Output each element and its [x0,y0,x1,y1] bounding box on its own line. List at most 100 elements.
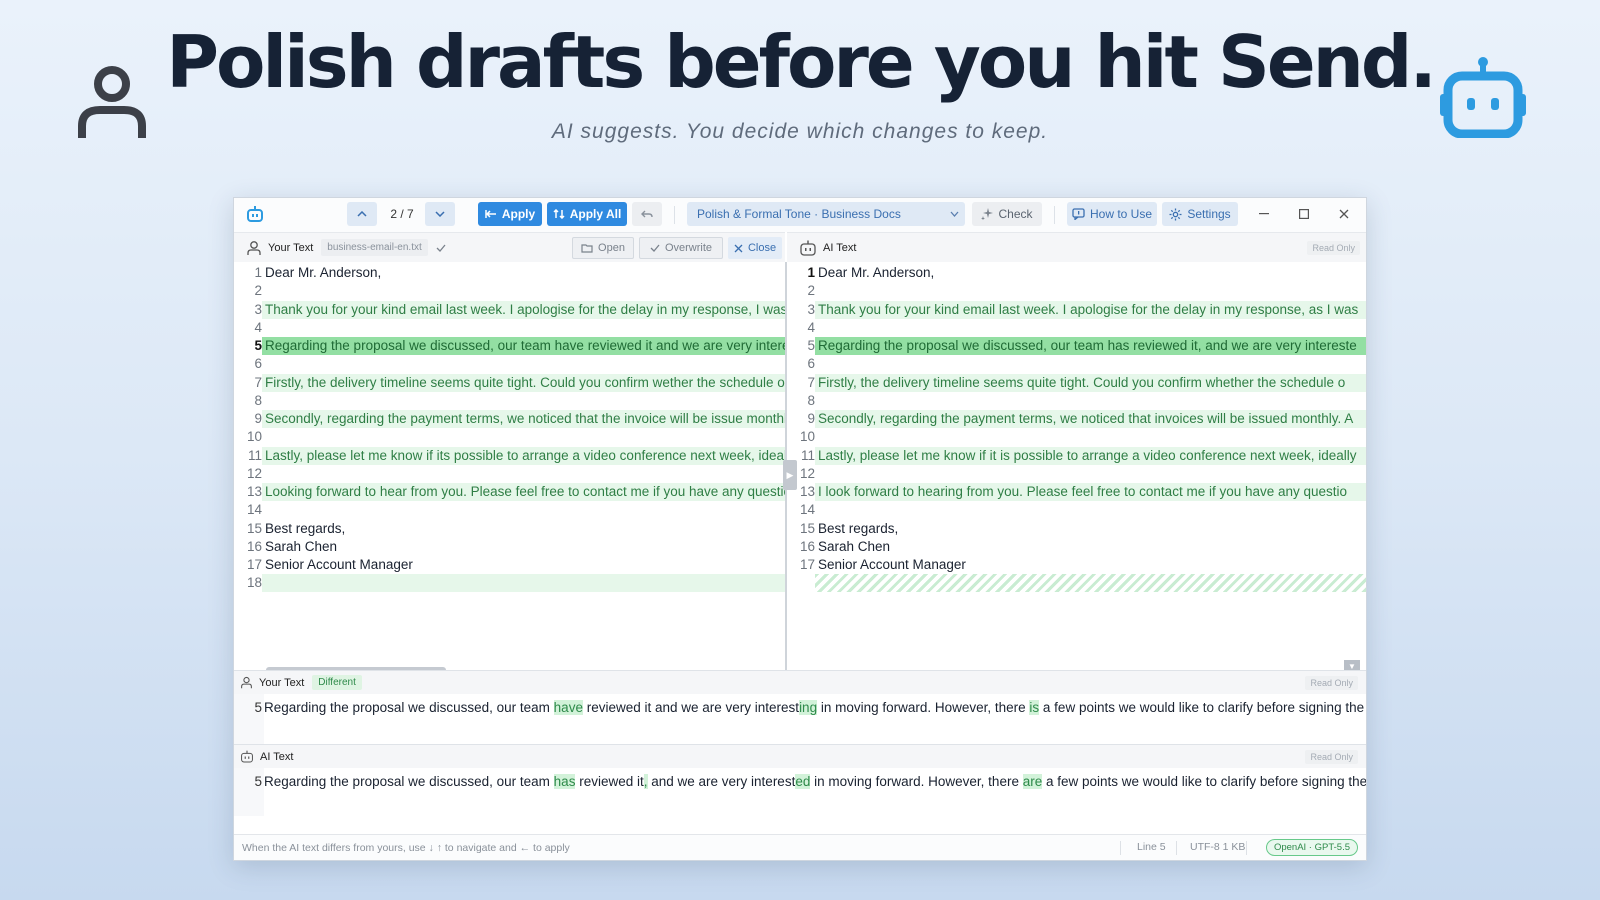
diff-change: ed [795,774,811,789]
line-number: 6 [254,356,262,372]
editor-line: 5 Regarding the proposal we discussed, ou… [234,337,785,355]
robot-icon [1440,57,1526,138]
your-text-editor[interactable]: 1 Dear Mr. Anderson, 2 3 Thank you for your … [234,262,785,670]
editor-line: 15 Best regards, [234,520,785,538]
line-text: Lastly, please let me know if it is poss… [815,446,1366,465]
apply-button[interactable]: Apply [478,202,542,226]
line-text [815,428,818,446]
close-window-button[interactable] [1332,202,1356,226]
divider-handle[interactable]: ▶ [783,460,797,490]
line-number: 11 [247,447,262,463]
editor-line: 7 Firstly, the delivery timeline seems qu… [234,373,785,392]
user-icon [247,240,261,255]
robot-icon [800,240,816,256]
line-number: 4 [807,319,815,335]
overwrite-label: Overwrite [664,242,713,254]
line-number: 9 [807,411,815,426]
editor-line: 16 Sarah Chen [787,538,1366,556]
line-number: 7 [254,374,262,390]
apply-all-icon [553,209,565,219]
line-text [815,574,1366,593]
editor-line: 10 [787,428,1366,446]
apply-all-label: Apply All [569,207,622,221]
diff-change: have [553,700,583,715]
line-number: 16 [246,538,262,554]
line-text: Senior Account Manager [818,557,966,572]
settings-button[interactable]: Settings [1162,202,1238,226]
check-label: Check [998,207,1033,221]
diff-change: is [1029,700,1040,715]
gear-icon [1169,208,1182,220]
maximize-button[interactable] [1292,202,1316,226]
editor-line: 9 Secondly, regarding the payment terms, … [234,410,785,428]
next-diff-button[interactable] [425,202,455,226]
close-file-button[interactable]: Close [728,237,782,259]
editor-line: 14 [234,501,785,519]
line-text: Dear Mr. Anderson, [265,265,382,280]
check-icon [650,244,660,252]
check-button[interactable]: Check [972,202,1042,226]
ai-text-label: AI Text [823,241,857,254]
hero-title: Polish drafts before you hit Send. [166,20,1437,104]
help-chat-icon [1072,208,1085,220]
profile-select[interactable]: Polish & Formal Tone · Business Docs [687,202,965,226]
line-number: 3 [254,301,262,317]
diff-text: a few points we would like to clarify be… [1039,700,1365,715]
editor-line: 8 [234,392,785,410]
diff-text: Regarding the proposal we discussed, our… [264,774,554,789]
line-number: 8 [254,392,262,408]
editor-line: 7 Firstly, the delivery timeline seems qu… [787,373,1366,392]
line-text [262,392,265,410]
line-text [815,355,818,373]
minimize-button[interactable] [1252,202,1276,226]
hero-subtitle: AI suggests. You decide which changes to… [551,120,1049,143]
line-text [262,465,265,483]
open-button[interactable]: Open [572,237,634,259]
line-text: I look forward to hearing from you. Plea… [815,483,1366,501]
sparkle-icon [981,208,994,220]
model-badge[interactable]: OpenAI · GPT-5.5 [1265,839,1358,856]
line-text: Secondly, regarding the payment terms, w… [815,410,1366,428]
ai-text-editor: 1 Dear Mr. Anderson, 2 3 Thank you for your … [787,262,1366,670]
line-text [815,501,818,519]
line-text: Best regards, [818,520,899,536]
diff-text: and we are very interest [647,774,796,789]
line-number: 16 [799,538,815,554]
editor-line: 4 [234,319,785,337]
editor-line: 15 Best regards, [787,520,1366,538]
line-text: Senior Account Manager [265,557,413,572]
undo-button[interactable] [632,202,662,226]
line-text: Sarah Chen [265,538,338,554]
overwrite-button[interactable]: Overwrite [639,237,723,259]
line-text: Looking forward to hear from you. Please… [262,483,785,501]
how-to-use-button[interactable]: How to Use [1067,202,1157,226]
editor-line: 1 Dear Mr. Anderson, [234,264,785,282]
editor-line: 12 [234,465,785,483]
apply-all-button[interactable]: Apply All [547,202,627,226]
line-number: 5 [254,774,262,789]
line-number: 3 [807,301,815,317]
editor-line: 18 [234,574,785,593]
how-to-use-label: How to Use [1089,207,1153,221]
line-number: 5 [807,338,815,353]
toolbar-separator [1054,206,1055,224]
editor-line: 8 [787,392,1366,410]
toolbar-separator [674,206,675,224]
line-number: 10 [799,429,815,445]
editor-line: 12 [787,465,1366,483]
undo-icon [641,210,653,218]
line-number: 8 [807,392,815,408]
prev-diff-button[interactable] [347,202,377,226]
line-number: 4 [254,319,262,335]
diff-your-line: 5 Regarding the proposal we discussed, o… [234,698,1366,718]
your-text-header: Your Text business-email-en.txt Open Ove… [234,232,785,262]
status-hint: When the AI text differs from yours, use… [242,841,570,854]
line-text [815,465,818,483]
line-text [262,428,265,446]
settings-label: Settings [1187,207,1231,221]
read-only-badge: Read Only [1305,750,1358,764]
editor-line: 10 [234,428,785,446]
editor-line: 2 [234,282,785,300]
line-text [815,319,818,337]
line-number [787,574,815,592]
